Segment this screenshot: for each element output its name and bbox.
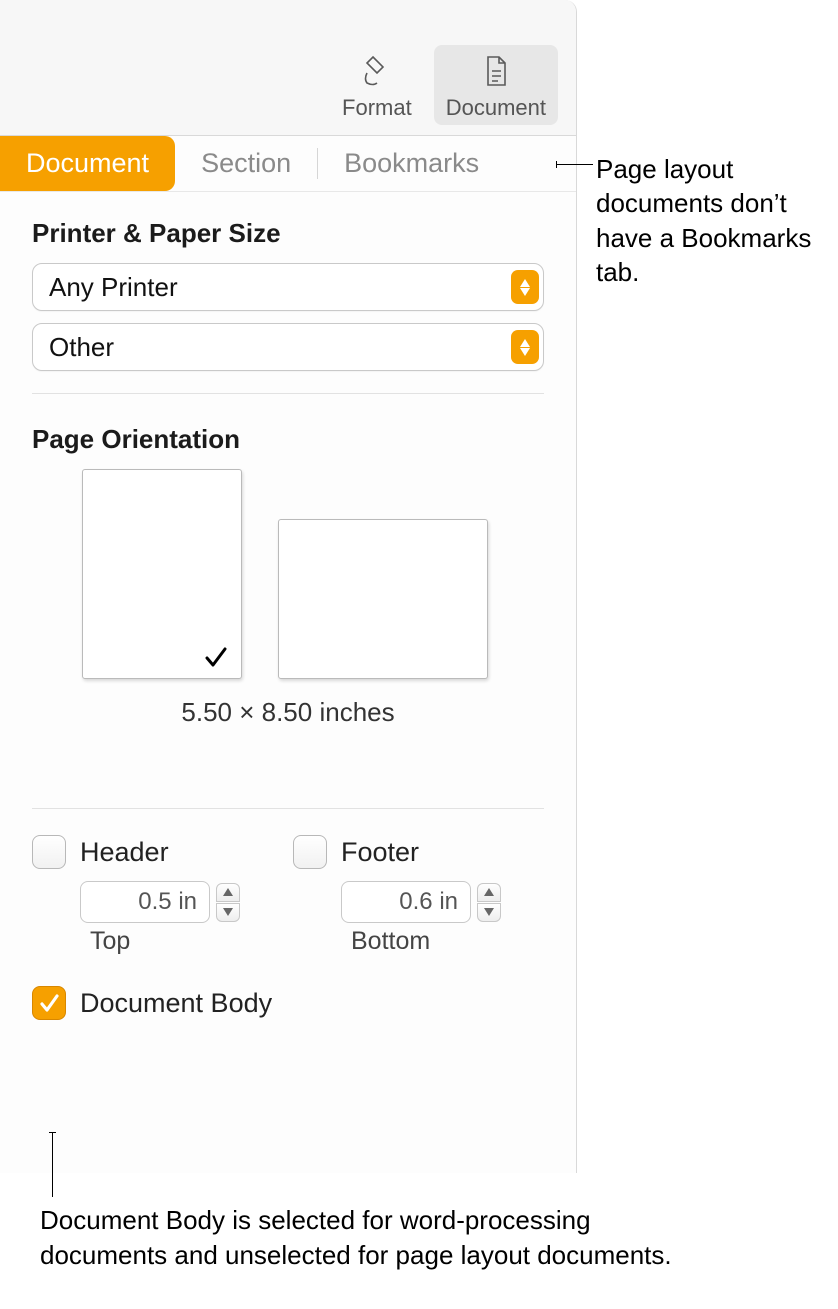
header-stepper[interactable] [216, 883, 240, 922]
header-margin-input[interactable] [80, 881, 210, 923]
stepper-down-icon[interactable] [477, 903, 501, 922]
document-page-icon [476, 51, 516, 91]
callout-bookmarks-note: Page layout documents don’t have a Bookm… [596, 152, 826, 289]
document-subtabs: Document Section Bookmarks [0, 136, 576, 192]
popup-arrows-icon [511, 270, 539, 304]
stepper-up-icon[interactable] [477, 883, 501, 902]
header-position-label: Top [90, 927, 283, 956]
footer-position-label: Bottom [351, 927, 544, 956]
document-body-row: Document Body [32, 986, 544, 1020]
document-sidebar-panel: Format Document Document Section Bookmar… [0, 0, 577, 1173]
document-body-checkbox[interactable] [32, 986, 66, 1020]
format-button-label: Format [342, 95, 412, 121]
callout-document-body-note: Document Body is selected for word-proce… [40, 1203, 680, 1273]
footer-column: Footer Bottom [293, 835, 544, 956]
document-button[interactable]: Document [434, 45, 558, 125]
tab-bookmarks[interactable]: Bookmarks [318, 136, 505, 191]
stepper-down-icon[interactable] [216, 903, 240, 922]
header-checkbox[interactable] [32, 835, 66, 869]
printer-popup[interactable]: Any Printer [32, 263, 544, 311]
orientation-portrait[interactable] [82, 469, 242, 679]
header-footer-row: Header Top Footer [32, 835, 544, 956]
callout-leader-line [557, 164, 593, 165]
printer-popup-value: Any Printer [49, 272, 178, 303]
header-column: Header Top [32, 835, 283, 956]
orientation-landscape[interactable] [278, 519, 488, 679]
popup-arrows-icon [511, 330, 539, 364]
stepper-up-icon[interactable] [216, 883, 240, 902]
divider [32, 808, 544, 809]
paper-size-popup-value: Other [49, 332, 114, 363]
header-label: Header [80, 837, 169, 868]
document-body-label: Document Body [80, 988, 272, 1019]
footer-label: Footer [341, 837, 419, 868]
callout-leader-line [52, 1133, 53, 1197]
page-dimensions: 5.50 × 8.50 inches [32, 697, 544, 728]
footer-checkbox[interactable] [293, 835, 327, 869]
footer-margin-input[interactable] [341, 881, 471, 923]
tab-document[interactable]: Document [0, 136, 175, 191]
tab-section[interactable]: Section [175, 136, 317, 191]
paper-size-popup[interactable]: Other [32, 323, 544, 371]
top-toolbar: Format Document [0, 0, 576, 136]
divider [32, 393, 544, 394]
format-brush-icon [357, 51, 397, 91]
checkmark-icon [203, 644, 229, 670]
printer-paper-title: Printer & Paper Size [32, 218, 544, 249]
footer-stepper[interactable] [477, 883, 501, 922]
document-button-label: Document [446, 95, 546, 121]
format-button[interactable]: Format [330, 45, 424, 125]
orientation-title: Page Orientation [32, 424, 544, 455]
orientation-options [32, 469, 544, 679]
sidebar-content: Printer & Paper Size Any Printer Other P… [0, 192, 576, 1038]
